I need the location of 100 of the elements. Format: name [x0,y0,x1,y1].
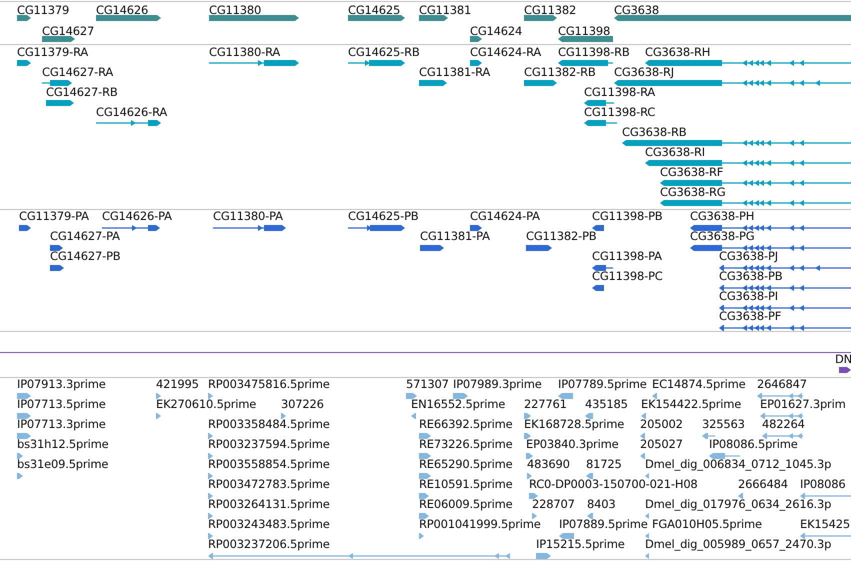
protein-glyph[interactable] [690,224,851,232]
feature-label: CG11398 [558,25,610,38]
feature-label: 205027 [640,438,683,451]
feature-label: CG3638-RI [645,146,705,159]
est-glyph[interactable] [208,512,213,520]
transcript-glyph[interactable] [584,119,617,127]
transcript-glyph[interactable] [645,59,851,67]
est-glyph[interactable] [709,452,740,460]
transcript-glyph[interactable] [17,59,31,67]
gene-glyph[interactable] [96,14,161,22]
gene-glyph[interactable] [614,14,851,22]
gene-glyph[interactable] [558,35,613,43]
est-glyph[interactable] [641,412,646,420]
feature-label: IP08086.5prime [709,438,798,451]
est-glyph[interactable] [640,432,645,440]
transcript-glyph[interactable] [558,59,613,67]
transcript-glyph[interactable] [46,99,74,107]
feature-label: DN [835,353,851,366]
protein-glyph[interactable] [470,224,482,232]
est-glyph[interactable] [419,452,431,460]
feature-label: EP01627.3prim [760,398,846,411]
transcript-glyph[interactable] [584,99,614,107]
feature-label: CG11382-PB [526,230,596,243]
feature-label: 205002 [640,418,683,431]
feature-label: RP003475816.5prime [208,378,330,391]
protein-glyph[interactable] [420,244,444,252]
feature-label: CG3638-PB [719,270,782,283]
feature-label: EP03840.3prime [526,438,618,451]
gene-glyph[interactable] [524,14,557,22]
est-glyph[interactable] [17,392,31,400]
feature-label: CG14626-PA [102,210,172,223]
feature-label: CG11382-RB [524,66,596,79]
feature-label: 325563 [702,418,745,431]
est-glyph[interactable] [419,492,429,500]
protein-glyph[interactable] [592,284,604,292]
feature-label: CG14625 [348,4,400,17]
protein-glyph[interactable] [213,224,286,232]
transcript-glyph[interactable] [622,139,851,147]
transcript-glyph[interactable] [660,199,851,207]
est-glyph[interactable] [208,432,213,440]
transcript-glyph[interactable] [470,59,482,67]
protein-glyph[interactable] [592,224,604,232]
est-glyph[interactable] [208,392,213,400]
feature-label: CG11398-PB [592,210,662,223]
est-glyph[interactable] [524,432,531,440]
protein-glyph[interactable] [719,284,851,292]
feature-label: CG11398-PC [592,270,663,283]
feature-label: 483690 [527,458,570,471]
est-glyph[interactable] [419,512,429,520]
feature-label: 421995 [156,378,199,391]
est-glyph[interactable] [208,492,213,500]
feature-label: CG14625-RB [348,46,420,59]
est-glyph[interactable] [419,432,431,440]
est-glyph[interactable] [760,412,803,420]
est-glyph[interactable] [156,392,161,400]
gene-glyph[interactable] [209,14,299,22]
transcript-glyph[interactable] [42,79,72,87]
transcript-glyph[interactable] [96,119,161,127]
est-glyph[interactable] [419,472,431,480]
gene-glyph[interactable] [348,14,405,22]
est-glyph[interactable] [208,532,213,540]
feature-label: 307226 [281,398,324,411]
protein-glyph[interactable] [348,224,405,232]
feature-label: RP003358484.5prime [208,418,330,431]
est-glyph[interactable] [645,532,649,540]
feature-label: CG14626-RA [96,106,168,119]
transcript-glyph[interactable] [524,79,557,87]
protein-glyph[interactable] [719,304,851,312]
feature-label: RP003237594.5prime [208,438,330,451]
feature-label: Dmel_dig_005989_0657_2470.3p [645,538,832,551]
transcript-glyph[interactable] [419,79,447,87]
feature-label: CG11380-PA [213,210,283,223]
transcript-glyph[interactable] [614,79,851,87]
feature-label: CG11381-PA [420,230,490,243]
est-glyph[interactable] [757,392,803,400]
protein-glyph[interactable] [50,264,64,272]
feature-label: RP003264131.5prime [208,498,330,511]
protein-glyph[interactable] [50,244,63,252]
gene-glyph[interactable] [419,14,448,22]
gene-glyph[interactable] [17,14,31,22]
transcript-glyph[interactable] [660,179,851,187]
protein-glyph[interactable] [719,324,851,332]
est-glyph[interactable] [208,452,213,460]
feature-label: RE73226.5prime [419,438,513,451]
est-glyph[interactable] [17,412,31,420]
protein-glyph[interactable] [102,224,160,232]
protein-glyph[interactable] [19,224,31,232]
protein-glyph[interactable] [690,244,851,252]
est-glyph[interactable] [524,412,531,420]
est-glyph[interactable] [406,392,417,400]
est-glyph[interactable] [585,412,593,420]
protein-glyph[interactable] [526,244,552,252]
transcript-glyph[interactable] [209,59,299,67]
transcript-glyph[interactable] [348,59,405,67]
protein-glyph[interactable] [719,264,851,272]
est-glyph[interactable] [208,472,213,480]
feature-label: 435185 [585,398,628,411]
sequence-glyph[interactable] [839,366,851,374]
protein-glyph[interactable] [592,264,613,272]
transcript-glyph[interactable] [645,159,851,167]
